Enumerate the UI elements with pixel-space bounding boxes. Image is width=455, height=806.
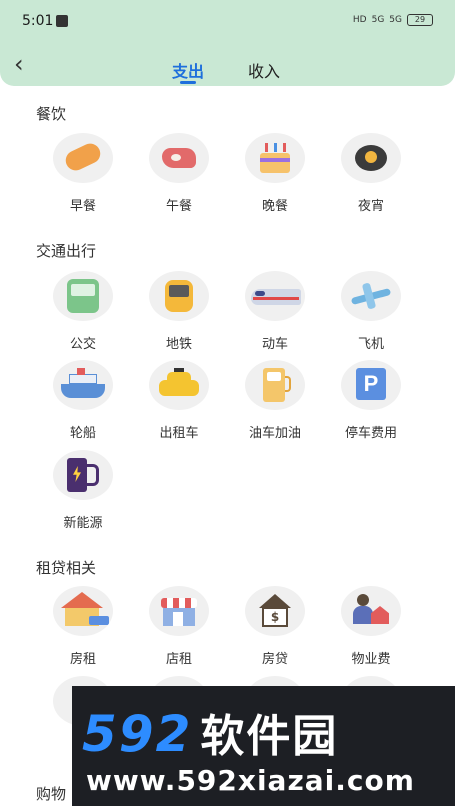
watermark-banner: 592 软件园 www.592xiazai.com: [72, 686, 455, 806]
tab-active-indicator: [180, 81, 196, 84]
section-title-shopping: 购物: [36, 785, 67, 803]
house-rent-icon: [53, 586, 113, 636]
signal-5g-icon: 5G: [389, 15, 402, 25]
status-bar: 5:01 HD 5G 5G 29: [0, 0, 455, 40]
category-lunch[interactable]: 午餐: [134, 133, 224, 214]
category-property-fee[interactable]: 物业费: [326, 586, 416, 667]
night-snack-icon: [341, 133, 401, 183]
ship-icon: [53, 360, 113, 410]
back-chevron-icon[interactable]: ‹: [14, 52, 38, 76]
ev-charging-icon: [53, 450, 113, 500]
category-new-energy[interactable]: 新能源: [38, 450, 128, 531]
status-icons: HD 5G 5G 29: [353, 14, 433, 26]
gas-pump-icon: [245, 360, 305, 410]
parking-icon: P: [341, 360, 401, 410]
section-title-dining: 餐饮: [36, 105, 67, 123]
category-ship[interactable]: 轮船: [38, 360, 128, 441]
category-shop-rent[interactable]: 店租: [134, 586, 224, 667]
category-night-snack[interactable]: 夜宵: [326, 133, 416, 214]
category-breakfast[interactable]: 早餐: [38, 133, 128, 214]
category-mortgage[interactable]: $ 房贷: [230, 586, 320, 667]
mortgage-icon: $: [245, 586, 305, 636]
category-taxi[interactable]: 出租车: [134, 360, 224, 441]
category-airplane[interactable]: 飞机: [326, 271, 416, 352]
category-bus[interactable]: 公交: [38, 271, 128, 352]
category-gas[interactable]: 油车加油: [230, 360, 320, 441]
high-speed-train-icon: [245, 271, 305, 321]
category-high-speed-train[interactable]: 动车: [230, 271, 320, 352]
subway-icon: [149, 271, 209, 321]
bread-icon: [53, 133, 113, 183]
section-title-rent-loan: 租贷相关: [36, 559, 97, 577]
shop-icon: [149, 586, 209, 636]
bus-icon: [53, 271, 113, 321]
hd-icon: HD: [352, 15, 367, 25]
category-parking[interactable]: P 停车费用: [326, 360, 416, 441]
section-title-transport: 交通出行: [36, 242, 97, 260]
category-subway[interactable]: 地铁: [134, 271, 224, 352]
tab-expense[interactable]: 支出: [172, 58, 204, 82]
category-house-rent[interactable]: 房租: [38, 586, 128, 667]
status-time: 5:01: [22, 13, 54, 29]
steak-icon: [149, 133, 209, 183]
taxi-icon: [149, 360, 209, 410]
battery-icon: 29: [407, 14, 433, 26]
property-fee-icon: [341, 586, 401, 636]
watermark-url: www.592xiazai.com: [86, 764, 415, 797]
airplane-icon: [341, 271, 401, 321]
watermark-brand: 592 软件园: [82, 705, 339, 763]
cake-icon: [245, 133, 305, 183]
category-dinner[interactable]: 晚餐: [230, 133, 320, 214]
signal-5g-icon: 5G: [371, 15, 385, 25]
wrench-icon: [56, 15, 68, 27]
tab-income[interactable]: 收入: [248, 58, 280, 82]
